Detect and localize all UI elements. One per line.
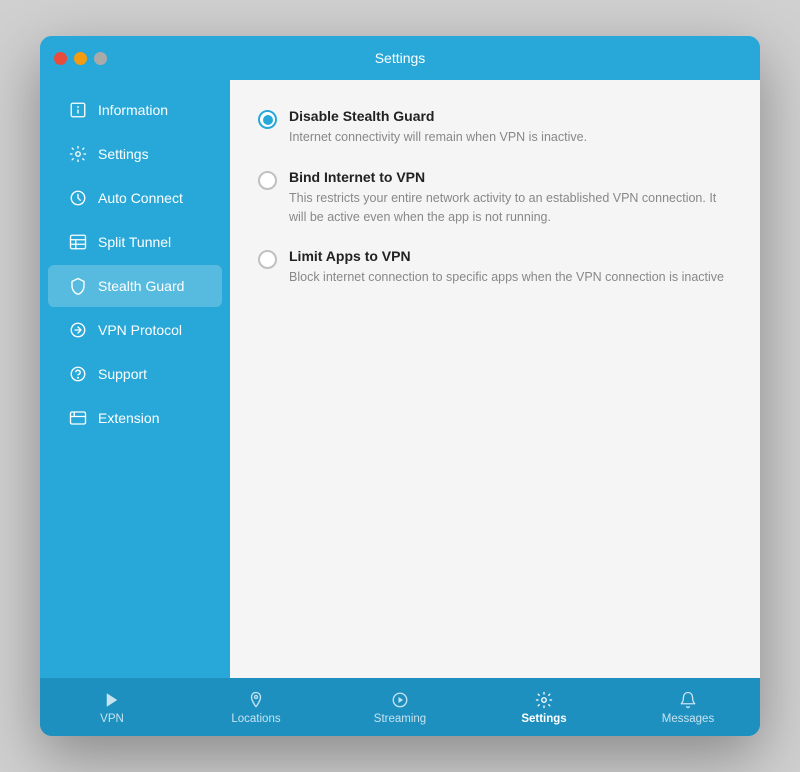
option-desc-disable-stealth: Internet connectivity will remain when V… — [289, 128, 732, 147]
radio-option-bind-internet[interactable]: Bind Internet to VPN This restricts your… — [258, 169, 732, 227]
close-button[interactable] — [54, 52, 67, 65]
bell-icon — [678, 690, 698, 710]
bottom-nav: VPN Locations Streaming — [40, 678, 760, 736]
nav-item-streaming[interactable]: Streaming — [328, 690, 472, 725]
sidebar-item-information[interactable]: Information — [48, 89, 222, 131]
sidebar-item-settings[interactable]: Settings — [48, 133, 222, 175]
option-desc-limit-apps: Block internet connection to specific ap… — [289, 268, 732, 287]
nav-item-messages[interactable]: Messages — [616, 690, 760, 725]
nav-label-settings: Settings — [521, 713, 566, 725]
option-title-limit-apps: Limit Apps to VPN — [289, 248, 732, 264]
gear-icon — [534, 690, 554, 710]
window-controls — [54, 52, 107, 65]
radio-option-disable-stealth[interactable]: Disable Stealth Guard Internet connectiv… — [258, 108, 732, 147]
radio-bind-internet[interactable] — [258, 171, 277, 190]
sidebar-label-information: Information — [98, 102, 168, 118]
nav-item-vpn[interactable]: VPN — [40, 690, 184, 725]
sidebar-label-settings: Settings — [98, 146, 149, 162]
nav-label-vpn: VPN — [100, 713, 124, 725]
sidebar-label-stealth-guard: Stealth Guard — [98, 278, 184, 294]
nav-label-streaming: Streaming — [374, 713, 426, 725]
option-title-disable-stealth: Disable Stealth Guard — [289, 108, 732, 124]
radio-disable-stealth[interactable] — [258, 110, 277, 129]
sidebar: Information Settings A — [40, 80, 230, 678]
information-icon — [68, 100, 88, 120]
settings-icon — [68, 144, 88, 164]
sidebar-label-vpn-protocol: VPN Protocol — [98, 322, 182, 338]
window-title: Settings — [375, 50, 426, 66]
locations-icon — [246, 690, 266, 710]
stealth-guard-icon — [68, 276, 88, 296]
nav-label-locations: Locations — [231, 713, 280, 725]
nav-item-locations[interactable]: Locations — [184, 690, 328, 725]
split-tunnel-icon — [68, 232, 88, 252]
sidebar-item-vpn-protocol[interactable]: VPN Protocol — [48, 309, 222, 351]
sidebar-label-extension: Extension — [98, 410, 159, 426]
sidebar-item-stealth-guard[interactable]: Stealth Guard — [48, 265, 222, 307]
main-content: Information Settings A — [40, 80, 760, 678]
sidebar-item-split-tunnel[interactable]: Split Tunnel — [48, 221, 222, 263]
support-icon — [68, 364, 88, 384]
sidebar-item-support[interactable]: Support — [48, 353, 222, 395]
option-title-bind-internet: Bind Internet to VPN — [289, 169, 732, 185]
sidebar-item-auto-connect[interactable]: Auto Connect — [48, 177, 222, 219]
content-panel: Disable Stealth Guard Internet connectiv… — [230, 80, 760, 678]
radio-limit-apps[interactable] — [258, 250, 277, 269]
nav-item-settings[interactable]: Settings — [472, 690, 616, 725]
sidebar-label-auto-connect: Auto Connect — [98, 190, 183, 206]
app-window: Settings Information — [40, 36, 760, 736]
nav-label-messages: Messages — [662, 713, 714, 725]
vpn-protocol-icon — [68, 320, 88, 340]
extension-icon — [68, 408, 88, 428]
streaming-icon — [390, 690, 410, 710]
vpn-icon — [102, 690, 122, 710]
option-desc-bind-internet: This restricts your entire network activ… — [289, 189, 732, 227]
auto-connect-icon — [68, 188, 88, 208]
title-bar: Settings — [40, 36, 760, 80]
minimize-button[interactable] — [74, 52, 87, 65]
sidebar-item-extension[interactable]: Extension — [48, 397, 222, 439]
sidebar-label-split-tunnel: Split Tunnel — [98, 234, 171, 250]
maximize-button[interactable] — [94, 52, 107, 65]
radio-option-limit-apps[interactable]: Limit Apps to VPN Block internet connect… — [258, 248, 732, 287]
sidebar-label-support: Support — [98, 366, 147, 382]
